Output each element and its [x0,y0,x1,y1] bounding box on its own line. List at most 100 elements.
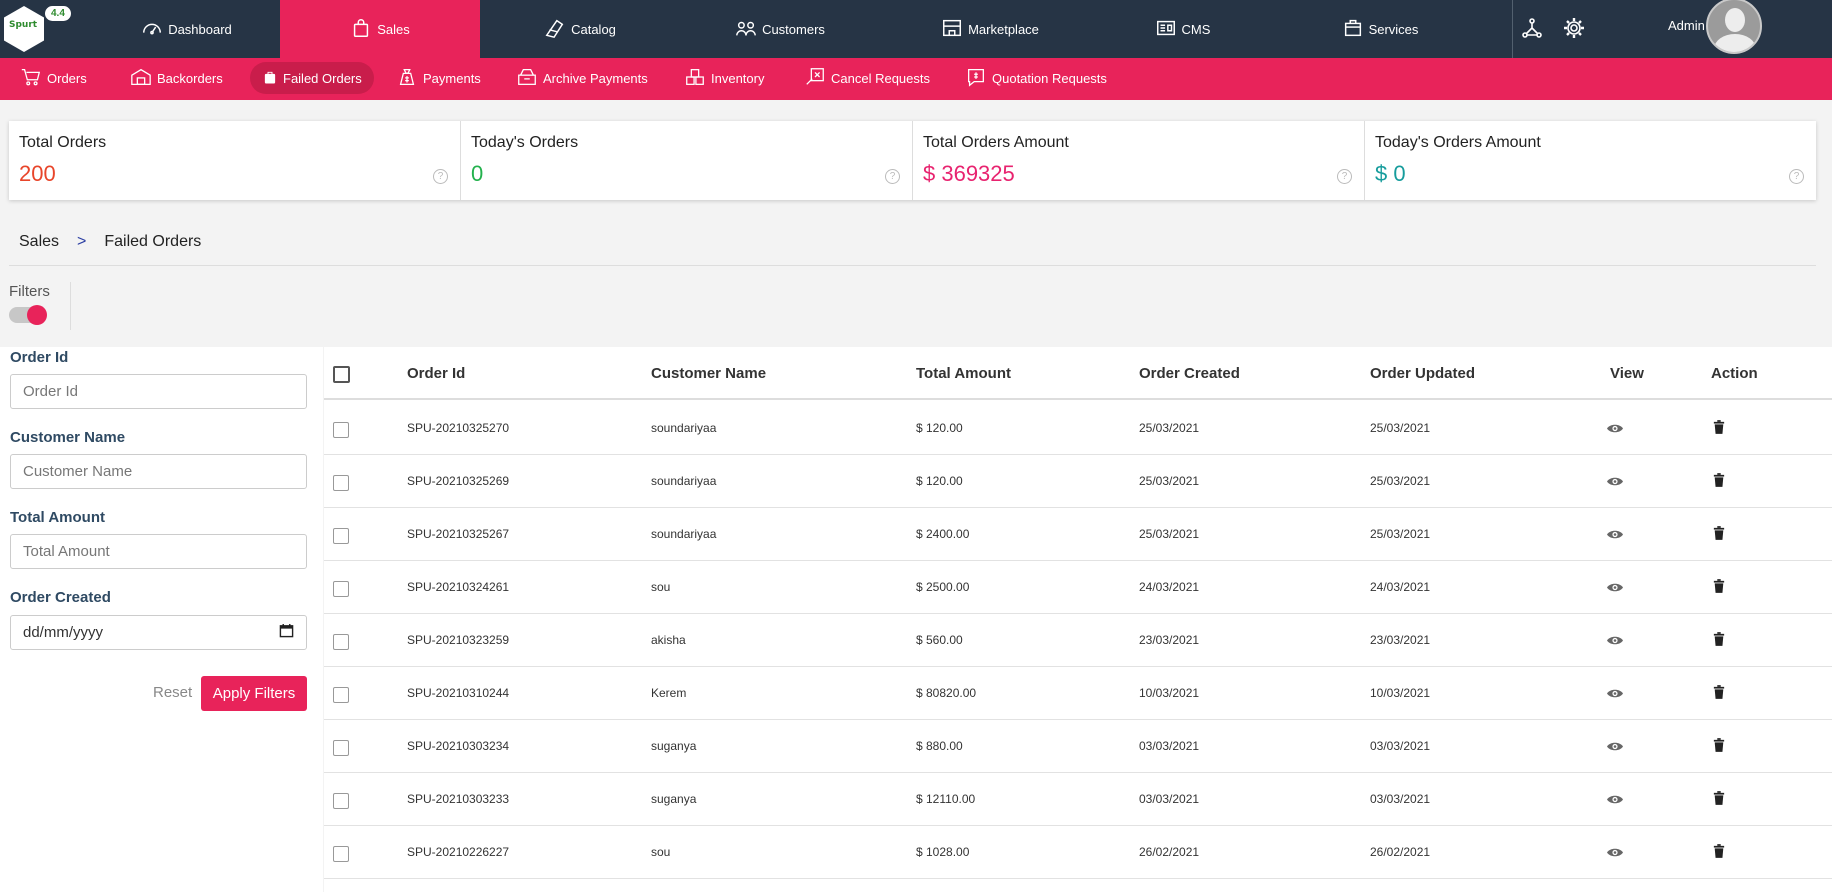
total-amount-cell: $ 80820.00 [916,686,977,700]
row-checkbox[interactable] [333,846,349,862]
help-icon[interactable]: ? [1337,169,1352,184]
customer-name-cell: suganya [651,792,697,806]
eye-icon[interactable] [1606,793,1624,807]
reset-button[interactable]: Reset [153,684,192,701]
breadcrumb-sales[interactable]: Sales [19,233,59,251]
row-checkbox[interactable] [333,528,349,544]
subnav-quotation-requests[interactable]: Quotation Requests [953,62,1119,94]
trash-icon[interactable] [1713,420,1727,436]
nav-services[interactable]: Services [1265,0,1495,58]
row-checkbox[interactable] [333,634,349,650]
nav-customers[interactable]: Customers [680,0,880,58]
eye-icon[interactable] [1606,422,1624,436]
table-row: SPU-20210325270 soundariyaa $ 120.00 25/03/… [324,402,1832,455]
row-checkbox[interactable] [333,581,349,597]
warehouse-icon [130,66,152,91]
total-amount-input[interactable] [10,534,307,569]
subnav-payments[interactable]: Payments [384,62,493,94]
calendar-icon[interactable] [279,623,294,642]
breadcrumb-current: Failed Orders [104,233,202,250]
total-amount-cell: $ 560.00 [916,633,963,647]
stat-todays-orders: Today's Orders 0 ? [461,121,913,200]
trash-icon[interactable] [1713,738,1727,754]
customer-name-cell: sou [651,580,671,594]
column-header[interactable]: Order Id [407,365,465,382]
eye-icon[interactable] [1606,740,1624,754]
gear-icon[interactable] [1562,16,1586,40]
subnav-cancel-requests[interactable]: Cancel Requests [792,62,942,94]
order-created-cell: 25/03/2021 [1139,474,1200,488]
nav-marketplace[interactable]: Marketplace [880,0,1100,58]
order-id-input[interactable] [10,374,307,409]
trash-icon[interactable] [1713,844,1727,860]
filters-toggle[interactable] [9,305,47,325]
app-logo[interactable]: Spurt 4.4 [0,0,93,58]
trash-icon[interactable] [1713,632,1727,648]
nav-catalog[interactable]: Catalog [480,0,680,58]
column-header[interactable]: Total Amount [916,365,1011,382]
nav-marketplace-label: Marketplace [968,21,1039,37]
services-icon [1342,17,1364,42]
order-updated-cell: 25/03/2021 [1370,527,1431,541]
eye-icon[interactable] [1606,634,1624,648]
apply-filters-button[interactable]: Apply Filters [201,676,307,711]
eye-icon[interactable] [1606,528,1624,542]
order-updated-cell: 25/03/2021 [1370,474,1431,488]
subnav-inventory[interactable]: Inventory [672,62,776,94]
total-amount-label: Total Amount [10,509,105,526]
version-badge: 4.4 [45,6,71,21]
nav-dashboard[interactable]: Dashboard [93,0,280,58]
trash-icon[interactable] [1713,579,1727,595]
subnav-backorders[interactable]: Backorders [118,62,235,94]
order-id-cell: SPU-20210324261 [407,580,510,594]
nav-dashboard-label: Dashboard [168,21,232,37]
network-icon[interactable] [1520,16,1544,40]
subnav-archive-payments-label: Archive Payments [543,70,648,86]
admin-label[interactable]: Admin [1668,18,1705,33]
row-checkbox[interactable] [333,475,349,491]
row-checkbox[interactable] [333,422,349,438]
nav-catalog-label: Catalog [571,21,616,37]
select-all-checkbox[interactable] [333,366,350,383]
row-checkbox[interactable] [333,793,349,809]
stats-bar: Total Orders 200 ? Today's Orders 0 ? To… [9,121,1816,200]
subnav-orders[interactable]: Orders [8,62,99,94]
subnav-archive-payments[interactable]: Archive Payments [504,62,660,94]
customer-name-cell: soundariyaa [651,527,717,541]
nav-sales[interactable]: Sales [280,0,480,58]
date-placeholder: dd/mm/yyyy [23,624,104,641]
eye-icon[interactable] [1606,846,1624,860]
trash-icon[interactable] [1713,473,1727,489]
divider [9,265,1816,266]
order-updated-cell: 25/03/2021 [1370,421,1431,435]
column-header[interactable]: Customer Name [651,365,766,382]
nav-cms[interactable]: CMS [1100,0,1265,58]
help-icon[interactable]: ? [885,169,900,184]
order-created-date-input[interactable]: dd/mm/yyyy [10,615,307,650]
help-icon[interactable]: ? [1789,169,1804,184]
order-id-cell: SPU-20210303233 [407,792,510,806]
order-id-cell: SPU-20210303234 [407,739,510,753]
order-updated-cell: 26/02/2021 [1370,845,1431,859]
help-icon[interactable]: ? [433,169,448,184]
trash-icon[interactable] [1713,526,1727,542]
customer-name-cell: Kerem [651,686,687,700]
total-amount-cell: $ 2400.00 [916,527,970,541]
order-id-cell: SPU-20210325267 [407,527,510,541]
avatar[interactable] [1706,0,1762,54]
column-header[interactable]: Order Created [1139,365,1240,382]
eye-icon[interactable] [1606,581,1624,595]
tags-icon [544,17,566,42]
row-checkbox[interactable] [333,687,349,703]
eye-icon[interactable] [1606,687,1624,701]
table-row: SPU-20210325269 soundariyaa $ 120.00 25/03/… [324,455,1832,508]
eye-icon[interactable] [1606,475,1624,489]
quotation-icon [965,66,987,91]
trash-icon[interactable] [1713,685,1727,701]
row-checkbox[interactable] [333,740,349,756]
subnav-failed-orders[interactable]: Failed Orders [250,62,374,94]
boxes-icon [684,66,706,91]
customer-name-input[interactable] [10,454,307,489]
trash-icon[interactable] [1713,791,1727,807]
column-header[interactable]: Order Updated [1370,365,1475,382]
